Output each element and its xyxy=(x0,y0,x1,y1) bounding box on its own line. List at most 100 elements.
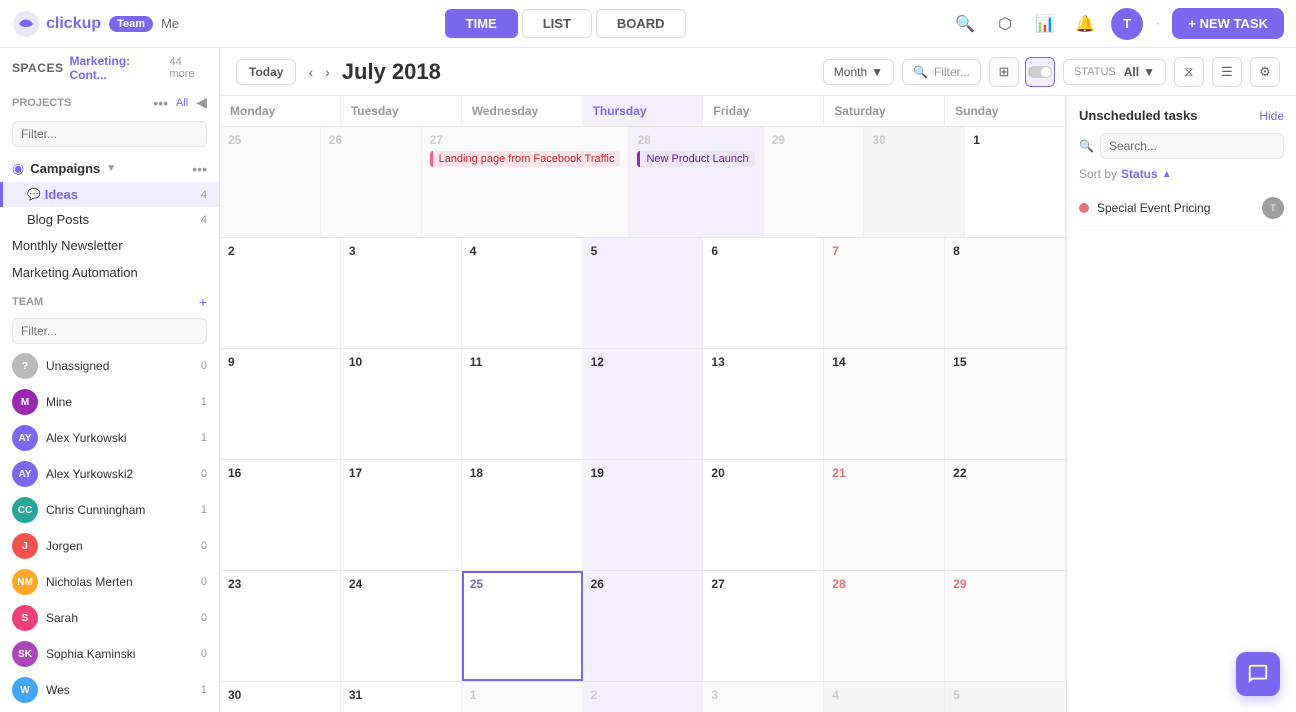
member-jorgen[interactable]: J Jorgen 0 xyxy=(0,528,219,564)
user-avatar[interactable]: T xyxy=(1111,8,1143,40)
cell-jul-30[interactable]: 30 xyxy=(220,682,341,712)
monthly-newsletter-item[interactable]: Monthly Newsletter xyxy=(0,232,219,259)
cell-aug-1[interactable]: 1 xyxy=(462,682,583,712)
cell-jul-9[interactable]: 9 xyxy=(220,349,341,459)
cell-jul-8[interactable]: 8 xyxy=(945,238,1066,348)
team-filter-input[interactable] xyxy=(12,318,207,344)
space-name[interactable]: Marketing: Cont... xyxy=(69,54,163,82)
cell-jul-22[interactable]: 22 xyxy=(945,460,1066,570)
all-link[interactable]: All xyxy=(176,97,188,109)
team-badge: Team xyxy=(109,16,153,32)
projects-dots[interactable]: ••• xyxy=(153,95,168,111)
cell-jul-6[interactable]: 6 xyxy=(703,238,824,348)
today-button[interactable]: Today xyxy=(236,59,296,85)
member-sarah[interactable]: S Sarah 0 xyxy=(0,600,219,636)
new-task-button[interactable]: + NEW TASK xyxy=(1172,8,1284,39)
cell-aug-5[interactable]: 5 xyxy=(945,682,1066,712)
cell-jul-31[interactable]: 31 xyxy=(341,682,462,712)
cell-jul-20[interactable]: 20 xyxy=(703,460,824,570)
member-alex-y2[interactable]: AY Alex Yurkowski2 0 xyxy=(0,456,219,492)
cell-jul-11[interactable]: 11 xyxy=(462,349,583,459)
cell-jul-19[interactable]: 19 xyxy=(583,460,704,570)
cell-jul-17[interactable]: 17 xyxy=(341,460,462,570)
cell-aug-3[interactable]: 3 xyxy=(703,682,824,712)
member-chris[interactable]: CC Chris Cunningham 1 xyxy=(0,492,219,528)
month-selector[interactable]: Month ▼ xyxy=(823,59,894,85)
campaigns-label: Campaigns xyxy=(30,161,100,176)
cell-jul-21[interactable]: 21 xyxy=(824,460,945,570)
campaigns-item[interactable]: ◉ Campaigns ▼ ••• xyxy=(0,155,219,182)
member-zeb[interactable]: Z Zeb 0 xyxy=(0,708,219,712)
cube-icon[interactable]: ⬡ xyxy=(991,10,1019,38)
cell-jun-28[interactable]: 28 + New Product Launch xyxy=(629,127,763,237)
member-unassigned[interactable]: ? Unassigned 0 xyxy=(0,348,219,384)
grid-view-btn[interactable]: ⊞ xyxy=(989,57,1019,87)
cell-jul-25-today[interactable]: 25 xyxy=(462,571,583,681)
cell-jul-2[interactable]: 2 xyxy=(220,238,341,348)
cell-jul-4[interactable]: 4 xyxy=(462,238,583,348)
nav-item-ideas[interactable]: 💬 Ideas 4 xyxy=(0,182,219,207)
cell-jul-27[interactable]: 27 xyxy=(703,571,824,681)
cell-jun-25[interactable]: 25 xyxy=(220,127,321,237)
unscheduled-search-icon: 🔍 xyxy=(1079,139,1094,153)
cell-jul-1[interactable]: 1 xyxy=(965,127,1066,237)
member-sophia[interactable]: SK Sophia Kaminski 0 xyxy=(0,636,219,672)
unscheduled-search-input[interactable] xyxy=(1100,133,1284,159)
bell-icon[interactable]: 🔔 xyxy=(1071,10,1099,38)
cell-jun-27[interactable]: 27 Landing page from Facebook Traffic xyxy=(422,127,630,237)
task-landing-page[interactable]: Landing page from Facebook Traffic xyxy=(430,151,621,167)
calendar-filter[interactable]: 🔍 Filter... xyxy=(902,59,981,85)
prev-month-button[interactable]: ‹ xyxy=(308,64,313,80)
member-alex-y[interactable]: AY Alex Yurkowski 1 xyxy=(0,420,219,456)
search-icon[interactable]: 🔍 xyxy=(951,10,979,38)
member-wes[interactable]: W Wes 1 xyxy=(0,672,219,708)
task-new-product-launch[interactable]: New Product Launch xyxy=(637,151,754,167)
member-mine[interactable]: M Mine 1 xyxy=(0,384,219,420)
settings-btn[interactable]: ⚙ xyxy=(1250,57,1280,87)
filter-btn[interactable]: ⧖ xyxy=(1174,57,1204,87)
toggle-btn[interactable] xyxy=(1025,57,1055,87)
list-view-btn[interactable]: ☰ xyxy=(1212,57,1242,87)
list-nav-btn[interactable]: LIST xyxy=(522,9,592,38)
cell-jul-12[interactable]: 12 xyxy=(583,349,704,459)
cell-jul-7[interactable]: 7 xyxy=(824,238,945,348)
marketing-automation-item[interactable]: Marketing Automation xyxy=(0,259,219,286)
ideas-icon: 💬 xyxy=(27,188,41,201)
cell-aug-2[interactable]: 2 xyxy=(583,682,704,712)
cell-jul-10[interactable]: 10 xyxy=(341,349,462,459)
member-nicholas[interactable]: NM Nicholas Merten 0 xyxy=(0,564,219,600)
unscheduled-task-special-event[interactable]: Special Event Pricing T xyxy=(1079,191,1284,226)
next-month-button[interactable]: › xyxy=(325,64,330,80)
cell-aug-4[interactable]: 4 xyxy=(824,682,945,712)
hide-button[interactable]: Hide xyxy=(1259,109,1284,123)
add-team-icon[interactable]: + xyxy=(199,294,207,310)
cell-jul-24[interactable]: 24 xyxy=(341,571,462,681)
toolbar-icons: ⊞ xyxy=(989,57,1055,87)
cell-jun-29[interactable]: 29 xyxy=(764,127,865,237)
cell-jul-15[interactable]: 15 xyxy=(945,349,1066,459)
cell-jul-14[interactable]: 14 xyxy=(824,349,945,459)
chart-icon[interactable]: 📊 xyxy=(1031,10,1059,38)
toolbar-right: Month ▼ 🔍 Filter... ⊞ STATUS All ▼ xyxy=(823,57,1280,87)
cell-jun-26[interactable]: 26 xyxy=(321,127,422,237)
cell-jul-29[interactable]: 29 xyxy=(945,571,1066,681)
nav-item-blog-posts[interactable]: Blog Posts 4 xyxy=(0,207,219,232)
cell-jul-5[interactable]: 5 xyxy=(583,238,704,348)
cell-jul-23[interactable]: 23 xyxy=(220,571,341,681)
collapse-btn[interactable]: ◀ xyxy=(196,94,207,111)
calendar-body: 25 26 27 Landing page from Facebook Traf… xyxy=(220,127,1066,712)
time-nav-btn[interactable]: TIME xyxy=(445,9,518,38)
cell-jun-30[interactable]: 30 xyxy=(864,127,965,237)
chat-bubble[interactable] xyxy=(1236,652,1280,696)
sidebar-filter-input[interactable] xyxy=(12,121,207,147)
sort-value[interactable]: Status xyxy=(1121,167,1158,181)
cell-jul-16[interactable]: 16 xyxy=(220,460,341,570)
cell-jul-26[interactable]: 26 xyxy=(583,571,704,681)
cell-jul-13[interactable]: 13 xyxy=(703,349,824,459)
cell-jul-3[interactable]: 3 xyxy=(341,238,462,348)
board-nav-btn[interactable]: BOARD xyxy=(596,9,686,38)
campaigns-dots[interactable]: ••• xyxy=(192,161,207,177)
status-selector[interactable]: STATUS All ▼ xyxy=(1063,59,1166,85)
cell-jul-28[interactable]: 28 xyxy=(824,571,945,681)
cell-jul-18[interactable]: 18 xyxy=(462,460,583,570)
